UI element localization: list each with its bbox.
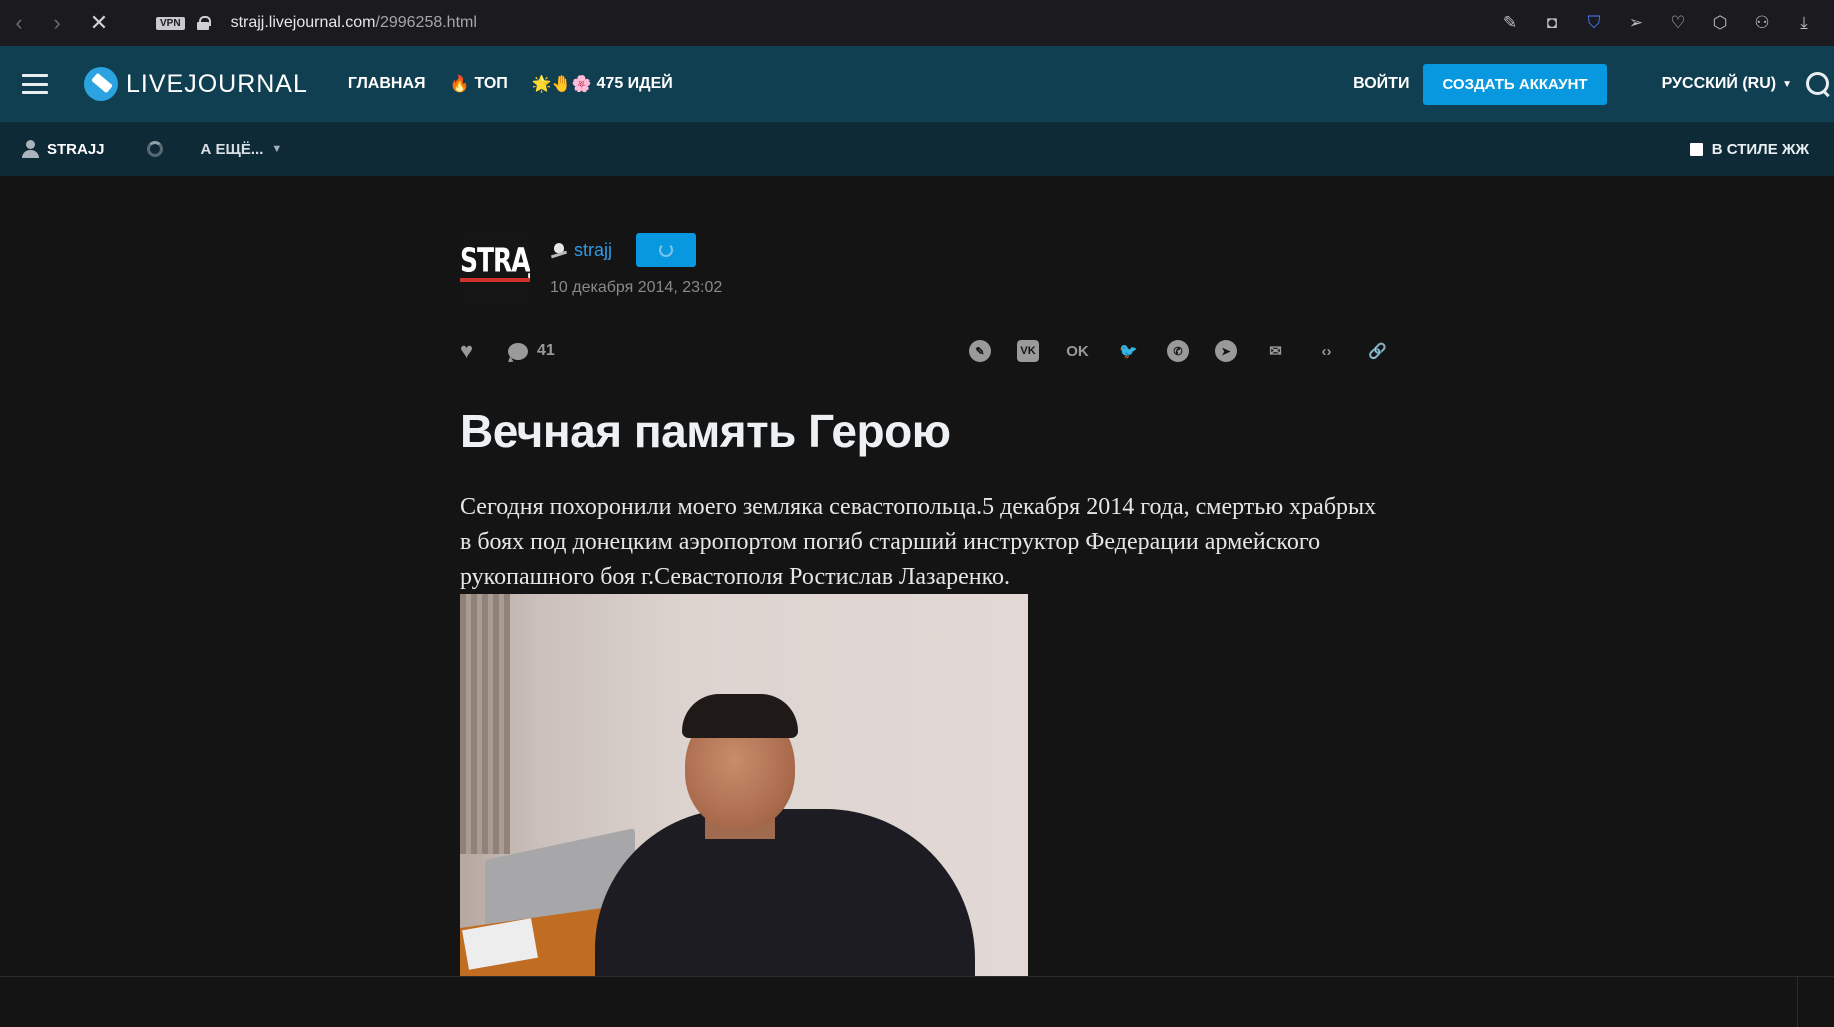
logo-text: LIVEJOURNAL [126, 69, 308, 98]
url-path: /2996258.html [375, 14, 477, 31]
download-icon[interactable]: ⤓ [1794, 13, 1814, 33]
comment-count: 41 [537, 342, 555, 359]
stop-loading-icon[interactable]: ✕ [80, 10, 118, 36]
cube-icon[interactable]: ⬡ [1710, 13, 1730, 33]
bottom-bar [0, 976, 1834, 1027]
search-icon[interactable] [1806, 72, 1830, 96]
caret-down-icon: ▼ [1782, 78, 1792, 90]
embed-code-icon[interactable]: ‹› [1314, 339, 1339, 364]
style-checkbox[interactable] [1689, 142, 1703, 156]
telegram-icon[interactable]: ➤ [1215, 340, 1237, 362]
profile-icon[interactable]: ⚇ [1752, 13, 1772, 33]
post-body: Сегодня похоронили моего земляка севасто… [460, 494, 1377, 590]
edit-icon[interactable]: ✎ [1500, 13, 1520, 33]
login-link[interactable]: ВОЙТИ [1353, 75, 1409, 93]
author-link[interactable]: strajj [574, 240, 612, 261]
avatar-stripe [460, 278, 530, 282]
comments-link[interactable]: 41 [508, 342, 555, 360]
journal-user-link[interactable]: STRAJJ [22, 140, 105, 158]
lj-repost-icon[interactable]: ✎ [969, 340, 991, 362]
heart-outline-icon[interactable]: ♡ [1668, 13, 1688, 33]
more-menu[interactable]: А ЕЩЁ... ▼ [201, 141, 283, 158]
vpn-badge[interactable]: VPN [156, 16, 185, 30]
send-icon[interactable]: ➢ [1626, 13, 1646, 33]
journal-subheader: STRAJJ А ЕЩЁ... ▼ В СТИЛЕ ЖЖ [0, 122, 1834, 176]
browser-toolbar: ‹ › ✕ VPN strajj.livejournal.com/2996258… [0, 0, 1834, 46]
forward-icon[interactable]: › [38, 10, 76, 36]
whatsapp-icon[interactable]: ✆ [1167, 340, 1189, 362]
author-line: strajj [550, 233, 722, 267]
post-photo[interactable] [460, 594, 1028, 976]
vk-icon[interactable]: VK [1017, 340, 1039, 362]
nav-ideas-label: 475 ИДЕЙ [596, 75, 673, 92]
twitter-icon[interactable]: 🐦 [1116, 339, 1141, 364]
livejournal-logo-icon [84, 67, 118, 101]
lock-icon[interactable] [196, 16, 211, 30]
fire-icon: 🔥 [449, 76, 470, 93]
nav-ideas[interactable]: 🌟🤚🌸 475 ИДЕЙ [532, 74, 673, 94]
journal-username: STRAJJ [47, 140, 105, 158]
nav-top-label: ТОП [474, 75, 508, 92]
site-header: LIVEJOURNAL ГЛАВНАЯ 🔥 ТОП 🌟🤚🌸 475 ИДЕЙ ВОЙ… [0, 46, 1834, 122]
post-actions: ♥ 41 ✎ VK OK 🐦 ✆ ➤ ✉ ‹› 🔗 [460, 336, 1390, 366]
back-icon[interactable]: ‹ [0, 10, 38, 36]
menu-icon[interactable] [22, 74, 48, 94]
create-account-button[interactable]: СОЗДАТЬ АККАУНТ [1423, 63, 1607, 105]
email-icon[interactable]: ✉ [1263, 339, 1288, 364]
lj-style-toggle[interactable]: В СТИЛЕ ЖЖ [1689, 122, 1809, 176]
photo-person-hair [682, 694, 798, 738]
ideas-emoji-icons: 🌟🤚🌸 [531, 76, 592, 93]
odnoklassniki-icon[interactable]: OK [1065, 339, 1090, 364]
camera-icon[interactable]: ◘ [1542, 13, 1562, 33]
copy-link-icon[interactable]: 🔗 [1365, 339, 1390, 364]
more-menu-label: А ЕЩЁ... [200, 140, 264, 158]
header-actions: ВОЙТИ СОЗДАТЬ АККАУНТ РУССКИЙ (RU) ▼ [1353, 46, 1834, 122]
pirate-userpic-icon [550, 242, 568, 258]
style-toggle-label: В СТИЛЕ ЖЖ [1711, 140, 1809, 158]
scrollbar-divider [1797, 977, 1798, 1027]
author-row: STRAJJ strajj 10 декабря 2014, 23:02 [460, 232, 722, 302]
like-icon[interactable]: ♥ [460, 340, 480, 362]
address-bar[interactable]: strajj.livejournal.com/2996258.html [231, 14, 477, 32]
main-nav: ГЛАВНАЯ 🔥 ТОП 🌟🤚🌸 475 ИДЕЙ [348, 74, 673, 94]
loading-spinner-icon [146, 141, 163, 157]
shield-icon[interactable]: ⛉ [1584, 13, 1604, 33]
language-selector[interactable]: РУССКИЙ (RU) ▼ [1662, 75, 1792, 93]
user-icon [22, 140, 39, 158]
comment-icon [508, 342, 528, 360]
share-bar: ✎ VK OK 🐦 ✆ ➤ ✉ ‹› 🔗 [969, 336, 1390, 366]
subscribe-button[interactable] [636, 233, 697, 267]
photo-curtain [460, 594, 510, 854]
post-date: 10 декабря 2014, 23:02 [550, 279, 723, 296]
url-host: strajj.livejournal.com [230, 14, 376, 31]
nav-top[interactable]: 🔥 ТОП [450, 74, 508, 94]
language-label: РУССКИЙ (RU) [1661, 75, 1777, 92]
livejournal-logo[interactable]: LIVEJOURNAL [84, 67, 308, 101]
avatar[interactable]: STRAJJ [460, 232, 530, 302]
author-meta: strajj 10 декабря 2014, 23:02 [550, 232, 722, 302]
avatar-text: STRAJJ [460, 241, 530, 280]
caret-down-icon: ▼ [271, 143, 283, 155]
browser-tools: ✎ ◘ ⛉ ➢ ♡ ⬡ ⚇ ⤓ [1500, 0, 1814, 46]
post-title: Вечная память Герою [460, 405, 951, 457]
nav-home[interactable]: ГЛАВНАЯ [348, 75, 426, 93]
